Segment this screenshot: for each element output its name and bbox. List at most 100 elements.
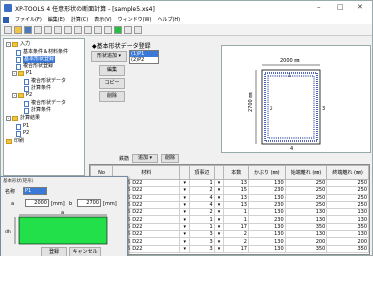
table-row[interactable]: 10SD345 D22▾3▾17130350350 bbox=[90, 244, 369, 253]
table-cell[interactable]: 230 bbox=[247, 186, 286, 195]
table-cell[interactable]: 130 bbox=[326, 230, 369, 239]
b-input[interactable]: 2700 bbox=[77, 199, 101, 207]
chart-icon[interactable] bbox=[124, 25, 132, 34]
tree-item-composite-shape[interactable]: 複合形状登録 bbox=[16, 63, 53, 70]
paste-icon[interactable] bbox=[54, 25, 62, 34]
table-cell[interactable]: 17 bbox=[223, 244, 249, 253]
delete-button[interactable]: 削除 bbox=[99, 91, 125, 102]
maximize-button[interactable]: □ bbox=[337, 3, 344, 11]
menu-calc[interactable]: 計算(C) bbox=[71, 16, 88, 23]
table-cell[interactable]: 130 bbox=[247, 178, 286, 188]
table-cell[interactable]: ▾ bbox=[213, 178, 225, 188]
table-cell[interactable]: 200 bbox=[284, 237, 328, 246]
table-cell[interactable]: 130 bbox=[247, 244, 286, 253]
table-cell[interactable]: 17 bbox=[223, 222, 249, 232]
delete-row-button[interactable]: 削除 bbox=[161, 154, 180, 163]
table-cell[interactable]: 250 bbox=[326, 200, 369, 210]
table-cell[interactable]: 130 bbox=[247, 222, 286, 232]
table-cell[interactable]: ▾ bbox=[213, 222, 225, 232]
table-cell[interactable]: 13 bbox=[223, 193, 249, 202]
table-cell[interactable]: 1 bbox=[223, 215, 249, 224]
table-row[interactable]: 9SD345 D22▾3▾2130200200 bbox=[90, 237, 369, 246]
tree-item-results[interactable]: - 計算結果 bbox=[6, 115, 40, 122]
table-cell[interactable]: 350 bbox=[284, 222, 328, 232]
table-cell[interactable]: ▾ bbox=[179, 200, 191, 210]
green-square-icon[interactable] bbox=[114, 25, 122, 34]
table-cell[interactable]: ▾ bbox=[213, 193, 225, 202]
table-cell[interactable]: 350 bbox=[326, 244, 369, 253]
tree-item-p1[interactable]: - P1 bbox=[12, 70, 32, 77]
menu-help[interactable]: ヘルプ(H) bbox=[157, 16, 180, 23]
table-cell[interactable]: 4 bbox=[189, 193, 215, 202]
collapse-icon[interactable]: - bbox=[12, 71, 17, 76]
copy-button[interactable]: コピー bbox=[99, 78, 125, 89]
name-input[interactable]: P1 bbox=[23, 187, 47, 195]
table-cell[interactable]: 130 bbox=[284, 208, 328, 217]
tree-item-p1-composite[interactable]: 複合形状データ bbox=[24, 78, 66, 85]
table-row[interactable]: 8SD345 D22▾3▾2130130130 bbox=[90, 230, 369, 239]
close-button[interactable]: ✕ bbox=[357, 3, 363, 11]
table-cell[interactable]: 250 bbox=[326, 178, 369, 188]
table-cell[interactable]: 130 bbox=[247, 208, 286, 217]
print-icon[interactable] bbox=[64, 25, 72, 34]
table-cell[interactable]: 1 bbox=[189, 222, 215, 232]
edit-button[interactable]: 編集 bbox=[99, 65, 125, 76]
table-cell[interactable]: ▾ bbox=[213, 244, 225, 253]
tree-item-p2-composite[interactable]: 複合形状データ bbox=[24, 100, 66, 107]
menu-view[interactable]: 表示(V) bbox=[94, 16, 111, 23]
table-cell[interactable]: ▾ bbox=[179, 193, 191, 202]
table-cell[interactable]: 250 bbox=[284, 178, 328, 188]
table-cell[interactable]: 200 bbox=[326, 237, 369, 246]
arrow-down-icon[interactable] bbox=[94, 25, 102, 34]
table-cell[interactable]: 350 bbox=[284, 244, 328, 253]
table-cell[interactable]: ▾ bbox=[179, 222, 191, 232]
table-row[interactable]: 7SD345 D22▾1▾17130350350 bbox=[90, 222, 369, 232]
menu-file[interactable]: ファイル(F) bbox=[15, 16, 42, 23]
table-cell[interactable]: 2 bbox=[189, 186, 215, 195]
table-row[interactable]: 2SD345 D22▾2▾15230250250 bbox=[90, 186, 369, 195]
table-cell[interactable]: ▾ bbox=[179, 215, 191, 224]
table-cell[interactable]: 250 bbox=[284, 200, 328, 210]
table-cell[interactable]: 13 bbox=[223, 200, 249, 210]
table-cell[interactable]: 250 bbox=[284, 186, 328, 195]
tree-item-basic-shape[interactable]: 基本形状登録 bbox=[16, 56, 56, 63]
collapse-icon[interactable]: - bbox=[6, 116, 11, 121]
shape-list-item[interactable]: (2)P2 bbox=[130, 57, 158, 63]
add-row-button[interactable]: 追加 ▾ bbox=[132, 154, 159, 163]
table-cell[interactable]: 2 bbox=[223, 230, 249, 239]
table-cell[interactable]: 2 bbox=[189, 208, 215, 217]
table-cell[interactable]: 1 bbox=[189, 178, 215, 188]
table-cell[interactable]: 3 bbox=[189, 230, 215, 239]
info-icon[interactable] bbox=[134, 25, 142, 34]
table-cell[interactable]: ▾ bbox=[213, 186, 225, 195]
table-cell[interactable]: 130 bbox=[326, 215, 369, 224]
table-cell[interactable]: ▾ bbox=[179, 186, 191, 195]
table-cell[interactable]: 230 bbox=[247, 200, 286, 210]
table-cell[interactable]: 15 bbox=[223, 186, 249, 195]
shape-list[interactable]: (1)P1 (2)P2 bbox=[129, 50, 159, 64]
new-file-icon[interactable] bbox=[4, 25, 12, 34]
help-icon[interactable] bbox=[84, 25, 92, 34]
table-cell[interactable]: 2 bbox=[223, 237, 249, 246]
menu-edit[interactable]: 編集(E) bbox=[48, 16, 65, 23]
table-cell[interactable]: ▾ bbox=[179, 244, 191, 253]
tree-item-result-p2[interactable]: P2 bbox=[16, 130, 29, 137]
table-row[interactable]: 6SD345 D22▾1▾1230130130 bbox=[90, 215, 369, 224]
table-cell[interactable]: ▾ bbox=[179, 178, 191, 188]
tree-item-p1-calc-conditions[interactable]: 計算条件 bbox=[24, 85, 51, 92]
table-row[interactable]: 1SD345 D22▾1▾13130250250 bbox=[90, 178, 369, 188]
a-input[interactable]: 2000 bbox=[25, 199, 49, 207]
tree-item-print[interactable]: 印刷 bbox=[6, 138, 24, 145]
table-cell[interactable]: ▾ bbox=[213, 230, 225, 239]
table-cell[interactable]: 1 bbox=[189, 215, 215, 224]
collapse-icon[interactable]: - bbox=[12, 93, 17, 98]
table-cell[interactable]: ▾ bbox=[213, 237, 225, 246]
tree-item-basic-conditions[interactable]: 基本条件＆材料条件 bbox=[16, 49, 68, 56]
table-cell[interactable]: 230 bbox=[247, 215, 286, 224]
tree-item-p2-calc-conditions[interactable]: 計算条件 bbox=[24, 107, 51, 114]
table-cell[interactable]: ▾ bbox=[179, 208, 191, 217]
table-cell[interactable]: ▾ bbox=[213, 208, 225, 217]
copy-icon[interactable] bbox=[44, 25, 52, 34]
collapse-icon[interactable]: - bbox=[6, 42, 11, 47]
table-cell[interactable]: 1 bbox=[223, 208, 249, 217]
